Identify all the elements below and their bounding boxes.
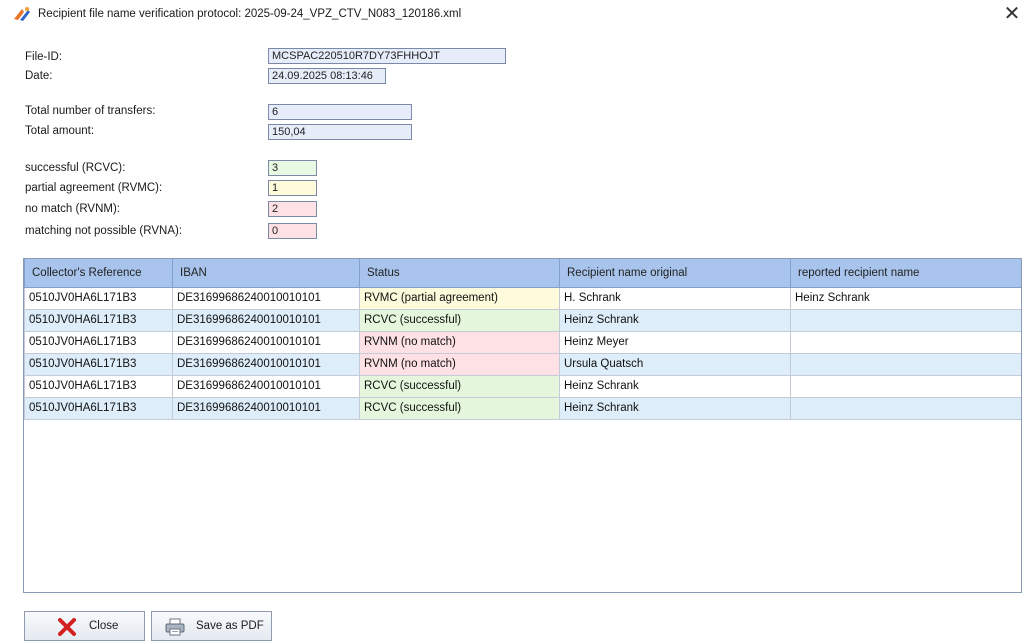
cell-recipient-original: Heinz Schrank: [559, 396, 791, 420]
table-row[interactable]: 0510JV0HA6L171B3 DE31699686240010010101 …: [24, 330, 1021, 354]
date-field: 24.09.2025 08:13:46: [268, 68, 386, 84]
partial-field: 1: [268, 180, 317, 196]
column-header-collectors-reference[interactable]: Collector's Reference: [24, 259, 173, 288]
cell-reference: 0510JV0HA6L171B3: [24, 308, 173, 332]
cell-recipient-original: Heinz Schrank: [559, 308, 791, 332]
cell-reported-recipient: [790, 396, 1021, 420]
table-row[interactable]: 0510JV0HA6L171B3 DE31699686240010010101 …: [24, 286, 1021, 310]
total-amount-field: 150,04: [268, 124, 412, 140]
successful-label: successful (RCVC):: [25, 162, 126, 174]
table-header-row: Collector's Reference IBAN Status Recipi…: [24, 259, 1021, 288]
save-as-pdf-button[interactable]: Save as PDF: [151, 611, 272, 641]
cell-recipient-original: Heinz Meyer: [559, 330, 791, 354]
cell-iban: DE31699686240010010101: [172, 308, 360, 332]
close-icon[interactable]: ✕: [1000, 2, 1024, 26]
table-row[interactable]: 0510JV0HA6L171B3 DE31699686240010010101 …: [24, 352, 1021, 376]
cell-reported-recipient: [790, 352, 1021, 376]
cell-reported-recipient: [790, 330, 1021, 354]
cell-reported-recipient: [790, 308, 1021, 332]
cell-status: RCVC (successful): [359, 308, 560, 332]
cell-reference: 0510JV0HA6L171B3: [24, 396, 173, 420]
cell-iban: DE31699686240010010101: [172, 374, 360, 398]
results-table: Collector's Reference IBAN Status Recipi…: [24, 259, 1021, 420]
cell-reference: 0510JV0HA6L171B3: [24, 286, 173, 310]
cell-reference: 0510JV0HA6L171B3: [24, 374, 173, 398]
not-possible-label: matching not possible (RVNA):: [25, 225, 183, 237]
cell-status: RVMC (partial agreement): [359, 286, 560, 310]
partial-label: partial agreement (RVMC):: [25, 182, 163, 194]
cell-reported-recipient: Heinz Schrank: [790, 286, 1021, 310]
cell-iban: DE31699686240010010101: [172, 352, 360, 376]
no-match-field: 2: [268, 201, 317, 217]
cell-status: RVNM (no match): [359, 330, 560, 354]
cell-reported-recipient: [790, 374, 1021, 398]
total-amount-label: Total amount:: [25, 125, 95, 137]
close-button[interactable]: Close: [24, 611, 145, 641]
app-logo-icon: [14, 7, 30, 21]
cell-reference: 0510JV0HA6L171B3: [24, 352, 173, 376]
cell-iban: DE31699686240010010101: [172, 330, 360, 354]
file-id-field: MCSPAC220510R7DY73FHHOJT: [268, 48, 506, 64]
cell-status: RCVC (successful): [359, 396, 560, 420]
column-header-reported-recipient-name[interactable]: reported recipient name: [790, 259, 1021, 288]
cell-recipient-original: Ursula Quatsch: [559, 352, 791, 376]
cell-reference: 0510JV0HA6L171B3: [24, 330, 173, 354]
total-transfers-field: 6: [268, 104, 412, 120]
results-table-container[interactable]: Collector's Reference IBAN Status Recipi…: [23, 258, 1022, 593]
window-title: Recipient file name verification protoco…: [38, 8, 462, 20]
column-header-recipient-name-original[interactable]: Recipient name original: [559, 259, 791, 288]
table-row[interactable]: 0510JV0HA6L171B3 DE31699686240010010101 …: [24, 308, 1021, 332]
table-row[interactable]: 0510JV0HA6L171B3 DE31699686240010010101 …: [24, 396, 1021, 420]
red-x-icon: [58, 618, 76, 636]
close-button-label: Close: [89, 620, 119, 632]
cell-status: RCVC (successful): [359, 374, 560, 398]
printer-icon: [165, 618, 185, 636]
cell-iban: DE31699686240010010101: [172, 286, 360, 310]
table-row[interactable]: 0510JV0HA6L171B3 DE31699686240010010101 …: [24, 374, 1021, 398]
cell-recipient-original: Heinz Schrank: [559, 374, 791, 398]
not-possible-field: 0: [268, 223, 317, 239]
total-transfers-label: Total number of transfers:: [25, 105, 156, 117]
file-id-label: File-ID:: [25, 51, 63, 63]
cell-iban: DE31699686240010010101: [172, 396, 360, 420]
cell-status: RVNM (no match): [359, 352, 560, 376]
date-label: Date:: [25, 70, 53, 82]
cell-recipient-original: H. Schrank: [559, 286, 791, 310]
column-header-iban[interactable]: IBAN: [172, 259, 360, 288]
column-header-status[interactable]: Status: [359, 259, 560, 288]
successful-field: 3: [268, 160, 317, 176]
title-bar: Recipient file name verification protoco…: [0, 0, 1026, 30]
save-as-pdf-button-label: Save as PDF: [196, 620, 264, 632]
no-match-label: no match (RVNM):: [25, 203, 121, 215]
